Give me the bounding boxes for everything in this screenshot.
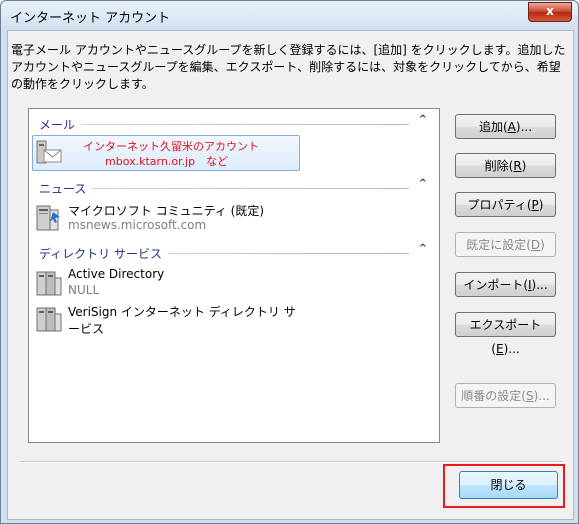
collapse-chevron-icon[interactable]: ^ xyxy=(419,243,427,254)
group-header-news[interactable]: ニュース ^ xyxy=(39,178,431,197)
properties-button[interactable]: プロパティ(P) xyxy=(455,192,556,217)
list-item-news-account[interactable]: マイクロソフト コミュニティ (既定) msnews.microsoft.com xyxy=(33,202,301,236)
mail-account-icon xyxy=(36,140,62,164)
window-title: インターネット アカウント xyxy=(10,11,171,26)
set-default-button[interactable]: 既定に設定(D) xyxy=(455,232,556,257)
group-label-directory: ディレクトリ サービス xyxy=(39,245,168,262)
list-item-mail-account[interactable]: インターネット久留米のアカウント mbox.ktarn.or.jp など xyxy=(32,135,300,171)
group-label-mail: メール xyxy=(39,116,82,133)
directory-service-name: Active Directory xyxy=(68,267,165,281)
directory-service-name-continued: ービス xyxy=(68,322,105,336)
collapse-chevron-icon[interactable]: ^ xyxy=(419,178,427,189)
title-bar[interactable]: インターネット アカウント x xyxy=(1,1,578,31)
add-button[interactable]: 追加(A)... xyxy=(455,114,556,139)
news-account-name: マイクロソフト コミュニティ (既定) xyxy=(68,204,265,218)
collapse-chevron-icon[interactable]: ^ xyxy=(419,114,427,125)
group-divider xyxy=(39,188,409,189)
window-close-button[interactable]: x xyxy=(528,2,572,22)
close-icon: x xyxy=(546,4,554,18)
instructions-text: 電子メール アカウントやニュースグループを新しく登録するには、[追加] をクリッ… xyxy=(11,43,566,91)
accounts-list[interactable]: メール ^ インターネット久留米のアカウント mbox.ktarn.or.jp … xyxy=(28,108,440,443)
group-header-directory[interactable]: ディレクトリ サービス ^ xyxy=(39,243,431,262)
news-account-server: msnews.microsoft.com xyxy=(68,218,207,232)
set-order-button[interactable]: 順番の設定(S)... xyxy=(455,383,556,408)
list-item-directory-service[interactable]: VeriSign インターネット ディレクトリ サ ービス xyxy=(33,303,301,337)
directory-service-server: NULL xyxy=(68,283,100,297)
mail-account-server: mbox.ktarn.or.jp など xyxy=(105,155,229,168)
list-item-directory-service[interactable]: Active Directory NULL xyxy=(33,267,301,301)
directory-service-name: VeriSign インターネット ディレクトリ サ xyxy=(68,305,296,319)
import-button[interactable]: インポート(I)... xyxy=(455,272,556,297)
dialog-client-area: 電子メール アカウントやニュースグループを新しく登録するには、[追加] をクリッ… xyxy=(7,30,574,520)
internet-accounts-window: インターネット アカウント x 電子メール アカウントやニュースグループを新しく… xyxy=(0,0,579,524)
remove-button[interactable]: 削除(R) xyxy=(455,153,556,178)
directory-server-icon xyxy=(36,271,62,296)
group-divider xyxy=(39,124,409,125)
directory-server-icon xyxy=(36,307,62,332)
group-header-mail[interactable]: メール ^ xyxy=(39,114,431,133)
news-server-icon xyxy=(36,205,60,231)
highlight-annotation xyxy=(443,464,565,508)
group-label-news: ニュース xyxy=(39,180,93,197)
mail-account-name: インターネット久留米のアカウント xyxy=(83,140,259,153)
export-button[interactable]: エクスポート(E)... xyxy=(455,312,556,356)
dialog-separator xyxy=(20,461,562,463)
